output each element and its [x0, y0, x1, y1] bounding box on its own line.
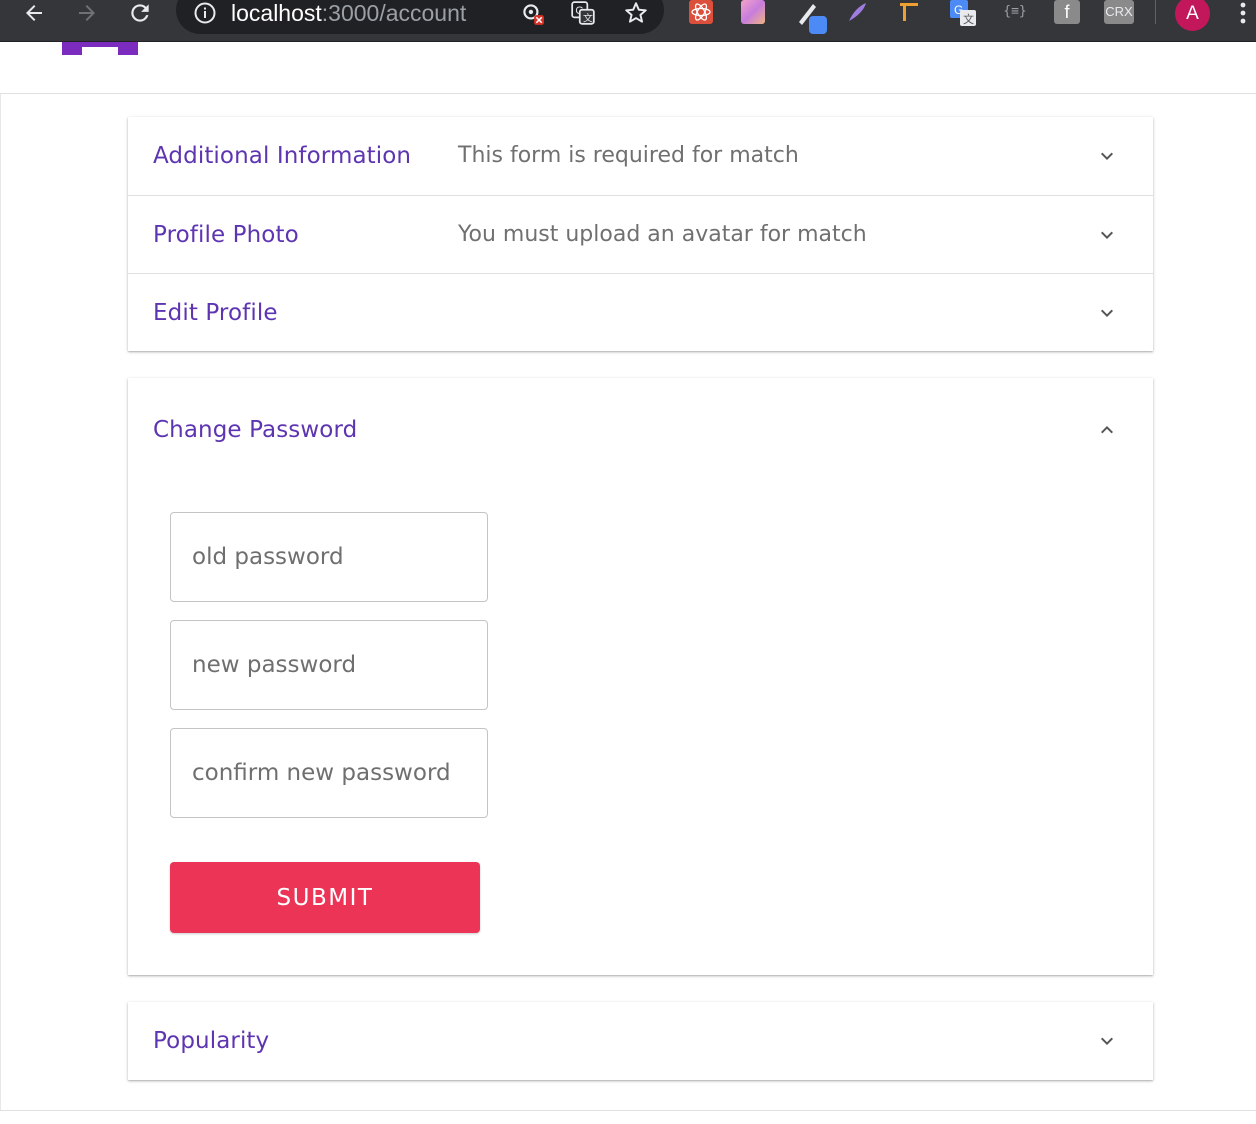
kebab-menu-icon: [1240, 2, 1246, 24]
profile-accordion-group: Additional Information This form is requ…: [128, 117, 1153, 351]
google-translate-icon[interactable]: G文: [950, 0, 976, 26]
confirm-password-field[interactable]: [170, 728, 488, 818]
reload-icon: [131, 4, 149, 22]
ruler-icon[interactable]: [897, 0, 921, 24]
old-password-field[interactable]: [170, 512, 488, 602]
arrow-left-icon: [26, 5, 42, 21]
browser-toolbar: localhost:3000/account G文 G文 {≡} f CRX A: [0, 0, 1256, 42]
accordion-profile-photo[interactable]: Profile Photo You must upload an avatar …: [128, 195, 1153, 273]
accordion-title: Popularity: [153, 1028, 270, 1054]
url-path: :3000/account: [321, 0, 467, 26]
svg-text:文: 文: [963, 12, 974, 26]
confirm-password-input[interactable]: [171, 729, 487, 817]
react-devtools-icon[interactable]: [689, 0, 713, 24]
chevron-down-icon[interactable]: [1095, 301, 1119, 325]
json-formatter-icon[interactable]: {≡}: [1000, 0, 1030, 24]
submit-button[interactable]: Submit: [170, 862, 480, 933]
url-text[interactable]: localhost:3000/account: [231, 0, 466, 26]
eyedropper-icon[interactable]: [795, 0, 827, 34]
profile-avatar[interactable]: A: [1175, 0, 1210, 31]
chevron-up-icon[interactable]: [1095, 418, 1119, 442]
accordion-subtitle: You must upload an avatar for match: [458, 222, 867, 247]
chevron-down-icon[interactable]: [1095, 1029, 1119, 1053]
browser-menu-button[interactable]: [1233, 0, 1253, 26]
accordion-additional-information[interactable]: Additional Information This form is requ…: [128, 117, 1153, 195]
facebook-icon[interactable]: f: [1054, 0, 1080, 24]
forward-button[interactable]: [73, 0, 101, 26]
page-border-left: [0, 94, 1, 1110]
accordion-subtitle: This form is required for match: [458, 143, 799, 168]
reload-button[interactable]: [126, 0, 154, 26]
bookmark-star-icon[interactable]: [622, 0, 650, 26]
translate-icon[interactable]: G文: [569, 0, 597, 26]
crx-icon[interactable]: CRX: [1104, 0, 1134, 24]
accordion-change-password: Change Password Submit: [128, 378, 1153, 975]
url-host: localhost: [231, 0, 322, 26]
toolbar-divider: [1155, 0, 1156, 24]
page-footer-divider: [0, 1110, 1256, 1111]
popularity-header[interactable]: Popularity: [128, 1002, 1153, 1080]
accordion-title: Edit Profile: [153, 300, 278, 326]
color-picker-icon[interactable]: [741, 0, 765, 24]
blocked-content-icon[interactable]: [518, 0, 546, 26]
app-logo[interactable]: [62, 42, 138, 55]
svg-text:文: 文: [583, 12, 593, 25]
accordion-popularity: Popularity: [128, 1002, 1153, 1080]
feather-icon[interactable]: [845, 0, 869, 24]
accordion-title: Profile Photo: [153, 222, 299, 248]
new-password-field[interactable]: [170, 620, 488, 710]
chevron-down-icon[interactable]: [1095, 144, 1119, 168]
chevron-down-icon[interactable]: [1095, 223, 1119, 247]
change-password-header[interactable]: Change Password: [128, 391, 1153, 469]
back-button[interactable]: [20, 0, 48, 26]
app-header: [0, 42, 1256, 94]
site-info-icon[interactable]: [192, 0, 218, 26]
new-password-input[interactable]: [171, 621, 487, 709]
accordion-title: Additional Information: [153, 143, 412, 169]
accordion-title: Change Password: [153, 417, 358, 443]
old-password-input[interactable]: [171, 513, 487, 601]
accordion-edit-profile[interactable]: Edit Profile: [128, 273, 1153, 351]
arrow-right-icon: [79, 5, 95, 21]
